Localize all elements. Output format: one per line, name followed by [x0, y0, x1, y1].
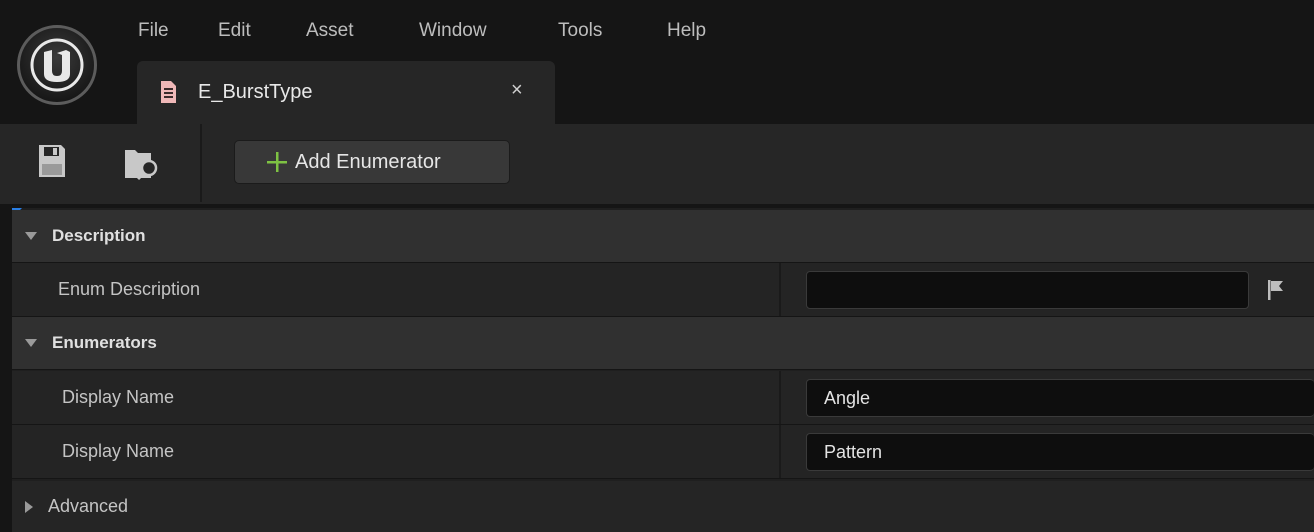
column-splitter[interactable]	[779, 371, 781, 424]
display-name-label: Display Name	[62, 387, 175, 407]
collapse-arrow-icon[interactable]	[24, 338, 38, 348]
add-enumerator-label: Add Enumerator	[295, 150, 441, 173]
display-name-label: Display Name	[62, 441, 175, 461]
menu-tools[interactable]: Tools	[558, 20, 667, 48]
add-enumerator-button[interactable]: Add Enumerator	[234, 140, 510, 184]
enum-description-input[interactable]	[806, 271, 1249, 309]
menu-help[interactable]: Help	[667, 20, 727, 48]
tab-title: E_BurstType	[198, 81, 313, 103]
toolbar-separator	[200, 124, 202, 202]
column-splitter[interactable]	[779, 263, 781, 316]
enumerator-row: Display Name Pattern	[12, 425, 1314, 479]
display-name-input[interactable]: Pattern	[806, 433, 1314, 471]
expand-arrow-icon[interactable]	[24, 500, 34, 514]
browse-to-asset-icon[interactable]	[123, 144, 165, 187]
unreal-logo-icon[interactable]	[17, 25, 97, 105]
close-tab-icon[interactable]: ×	[511, 79, 523, 102]
enum-asset-icon	[159, 80, 177, 109]
title-bar: File Edit Asset Window Tools Help E_Burs…	[0, 0, 1314, 124]
document-tab[interactable]: E_BurstType ×	[137, 61, 555, 124]
save-icon[interactable]	[38, 144, 66, 183]
menu-file[interactable]: File	[138, 20, 218, 48]
menu-asset[interactable]: Asset	[306, 20, 419, 48]
asset-toolbar: Add Enumerator	[0, 124, 1314, 204]
menu-edit[interactable]: Edit	[218, 20, 306, 48]
enum-description-label: Enum Description	[58, 279, 201, 299]
category-enumerators[interactable]: Enumerators	[12, 317, 1314, 370]
menu-bar: File Edit Asset Window Tools Help	[138, 20, 727, 48]
column-splitter[interactable]	[779, 425, 781, 478]
collapse-arrow-icon[interactable]	[24, 231, 38, 241]
category-enumerators-label: Enumerators	[52, 333, 157, 352]
advanced-label: Advanced	[48, 496, 129, 516]
property-row-enum-description: Enum Description	[12, 263, 1314, 317]
plus-icon	[265, 150, 289, 174]
category-description[interactable]: Description	[12, 210, 1314, 263]
category-description-label: Description	[52, 226, 146, 245]
localization-flag-icon[interactable]	[1267, 279, 1285, 306]
advanced-section[interactable]: Advanced	[12, 481, 1314, 532]
unreal-u-glyph	[30, 38, 84, 92]
display-name-input[interactable]: Angle	[806, 379, 1314, 417]
enumerator-row: Display Name Angle	[12, 371, 1314, 425]
menu-window[interactable]: Window	[419, 20, 558, 48]
